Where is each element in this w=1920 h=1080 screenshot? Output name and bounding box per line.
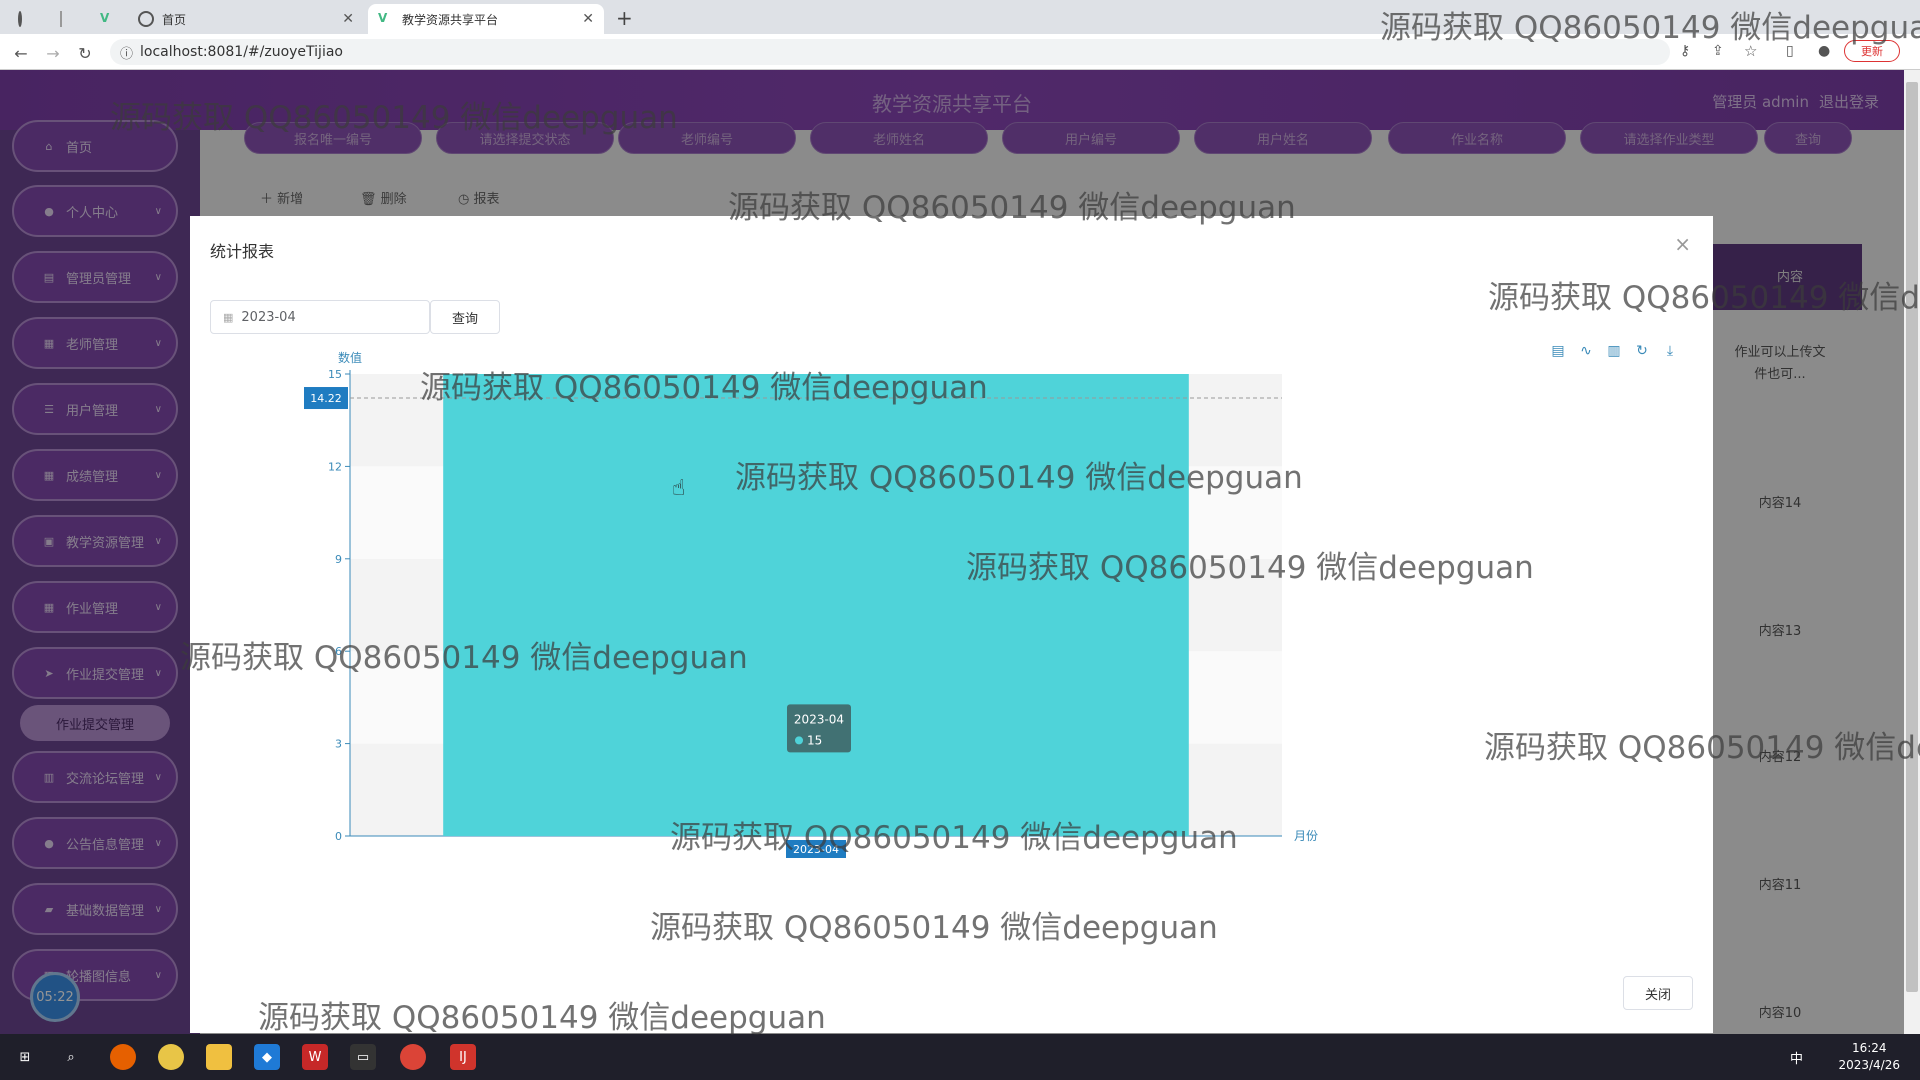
star-icon[interactable]: ☆ [1744,42,1757,60]
search-icon[interactable]: ⌕ [58,1044,84,1070]
windows-start-icon[interactable]: ⊞ [12,1044,38,1070]
profile-icon[interactable]: ● [1818,43,1830,59]
ide-icon[interactable]: IJ [450,1044,476,1070]
app-icon[interactable] [158,1044,184,1070]
sidepanel-icon[interactable]: ▯ [1786,43,1794,59]
new-tab-icon[interactable]: + [616,6,633,30]
info-icon: ⓘ [120,47,134,62]
y-tick-label: 15 [328,368,342,381]
month-picker-value: 2023-04 [241,309,296,325]
x-axis-label: 月份 [1294,829,1318,843]
share-icon[interactable]: ⇪ [1712,43,1724,59]
line-icon[interactable]: ∿ [1577,342,1595,360]
browser-tab-active[interactable]: V 教学资源共享平台 ✕ [368,4,604,34]
folder-icon[interactable] [206,1044,232,1070]
browser-toolbar: ← → ↻ ⓘ localhost:8081/#/zuoyeTijiao ⚷ ⇪… [0,34,1920,70]
tab-label: 首页 [162,12,187,27]
browser-tab[interactable] [8,4,38,34]
y-axis-label: 数值 [338,350,362,365]
tooltip-title: 2023-04 [794,712,844,726]
terminal-icon[interactable]: ▭ [350,1044,376,1070]
y-tick-label: 6 [335,645,342,658]
y-tick-label: 9 [335,553,342,566]
vue-icon: V [378,11,388,25]
browser-tab-home[interactable]: 首页 ✕ [128,4,364,34]
vscode-icon[interactable]: ◆ [254,1044,280,1070]
y-tick-label: 12 [328,460,342,473]
chrome-icon[interactable] [400,1044,426,1070]
forward-icon[interactable]: → [42,42,64,64]
chart-toolbox: ▤ ∿ ▥ ↻ ⤓ [1549,342,1679,360]
x-tick-label: 2023-04 [793,843,839,856]
wps-icon[interactable]: W [302,1044,328,1070]
chart-bar [443,374,1189,836]
address-bar[interactable]: ⓘ localhost:8081/#/zuoyeTijiao [110,39,1670,65]
y-tick-label: 3 [335,738,342,751]
close-icon[interactable]: ✕ [582,11,594,27]
clock-date: 2023/4/26 [1838,1058,1900,1072]
tooltip-value: 15 [807,733,822,747]
clock-time: 16:24 [1851,1041,1887,1055]
tooltip-marker [795,736,803,745]
close-button[interactable]: 关闭 [1623,976,1693,1010]
refresh-icon[interactable]: ↻ [1633,342,1651,360]
dialog-title: 统计报表 [210,242,275,261]
key-icon[interactable]: ⚷ [1680,43,1690,59]
back-icon[interactable]: ← [10,42,32,64]
browser-tab[interactable]: V [90,4,120,34]
vue-icon: V [100,11,110,25]
close-icon[interactable]: ✕ [342,11,354,27]
pointer-cursor: ☝ [672,476,686,501]
month-picker[interactable]: ▦ 2023-04 [210,300,430,334]
close-icon[interactable]: × [1674,232,1691,256]
cursor-value: 14.22 [310,392,342,405]
y-tick-label: 0 [335,830,342,843]
url-text: localhost:8081/#/zuoyeTijiao [140,44,343,60]
ime-indicator[interactable]: 中 [1790,1048,1803,1067]
download-icon[interactable]: ⤓ [1661,342,1679,360]
bar-chart: 0 3 6 9 12 15 数值月份 2023-04 14.22 2023-04 15 [304,350,1318,858]
browser-tab[interactable] [50,4,80,34]
blank-page-icon [60,11,62,27]
data-view-icon[interactable]: ▤ [1549,342,1567,360]
update-button[interactable]: 更新 [1844,40,1900,62]
windows-taskbar: ⊞ ⌕ ◆ W ▭ IJ 中 16:24 2023/4/26 [0,1034,1920,1080]
system-clock[interactable]: 16:24 2023/4/26 [1838,1040,1900,1074]
browser-tab-strip: V 首页 ✕ V 教学资源共享平台 ✕ + [0,0,1920,34]
firefox-icon[interactable] [110,1044,136,1070]
page-icon [18,11,22,27]
calendar-icon: ▦ [223,310,234,324]
reload-icon[interactable]: ↻ [74,42,96,64]
query-button[interactable]: 查询 [430,300,500,334]
report-dialog: 统计报表 × ▦ 2023-04 查询 ▤ ∿ ▥ ↻ ⤓ 0 3 6 9 12 15 数值… [190,216,1713,1033]
tab-label: 教学资源共享平台 [402,12,499,27]
globe-icon [138,11,154,27]
scrollbar-thumb[interactable] [1906,82,1918,992]
bar-icon[interactable]: ▥ [1605,342,1623,360]
